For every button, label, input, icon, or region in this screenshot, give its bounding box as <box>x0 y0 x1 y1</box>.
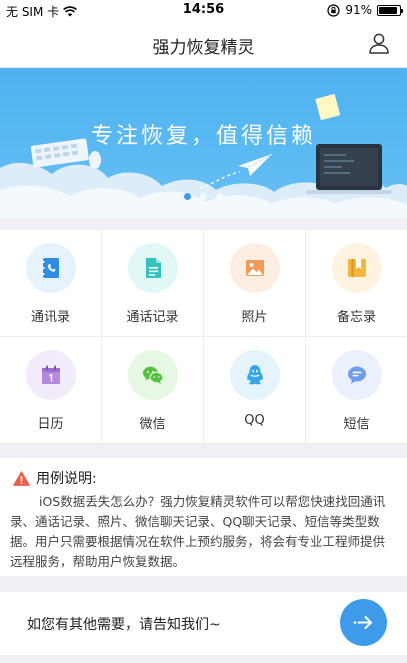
battery-icon <box>377 4 403 16</box>
grid-label: 照片 <box>241 310 268 325</box>
status-bar: 无 SIM 卡 14:56 91% <box>0 0 407 20</box>
contact-bar[interactable]: 如您有其他需要，请告知我们~ <box>0 592 407 655</box>
rotation-lock-icon <box>327 3 340 17</box>
grid-label: 微信 <box>139 417 166 432</box>
call-log-icon <box>146 258 161 278</box>
grid-label: QQ <box>244 413 265 428</box>
banner-slogan: 专注恢复，值得信赖 <box>90 124 316 149</box>
contact-text: 如您有其他需要，请告知我们~ <box>27 617 221 633</box>
grid-label: 备忘录 <box>336 310 376 325</box>
battery-fill <box>379 6 398 14</box>
grid-icon-bg <box>230 350 280 400</box>
instructions-title: 用例说明: <box>36 471 97 487</box>
grid-item-contacts[interactable]: 通讯录 <box>0 230 102 337</box>
grid-item-call-log[interactable]: 通话记录 <box>102 230 204 337</box>
carousel-dots <box>0 193 407 200</box>
grid-item-sms[interactable]: 短信 <box>306 337 407 444</box>
carousel-dot-2[interactable] <box>200 193 207 200</box>
grid-item-qq[interactable]: QQ <box>204 337 306 444</box>
grid-label: 通讯录 <box>30 310 70 325</box>
memo-icon <box>348 259 366 277</box>
grid-label: 日历 <box>37 417 64 432</box>
sms-icon <box>348 366 366 384</box>
carousel-dot-1[interactable] <box>184 193 191 200</box>
status-right: 91% <box>327 3 403 17</box>
grid-item-memo[interactable]: 备忘录 <box>306 230 407 337</box>
page-title: 强力恢复精灵 <box>152 38 255 58</box>
grid-label: 通话记录 <box>126 310 179 325</box>
instructions-body: iOS数据丢失怎么办？强力恢复精灵软件可以帮您快速找回通讯录、通话记录、照片、微… <box>10 494 386 569</box>
warning-icon <box>13 470 30 486</box>
recovery-grid: 通讯录 通话记录 照片 备忘录 日历 微信 QQ 短信 <box>0 230 407 444</box>
calendar-icon <box>42 365 60 384</box>
grid-icon-bg <box>230 243 280 293</box>
photo-icon <box>246 260 264 276</box>
battery-percent: 91% <box>345 3 372 17</box>
instructions-header: 用例说明: <box>13 468 97 488</box>
contacts-book-icon <box>41 258 59 278</box>
grid-icon-bg <box>128 243 178 293</box>
instructions-card: 用例说明: iOS数据丢失怎么办？强力恢复精灵软件可以帮您快速找回通讯录、通话记… <box>0 458 407 576</box>
grid-icon-bg <box>26 350 76 400</box>
user-icon[interactable] <box>367 31 391 55</box>
qq-icon <box>247 365 263 385</box>
grid-icon-bg <box>332 243 382 293</box>
nav-bar: 强力恢复精灵 <box>0 20 407 68</box>
grid-icon-bg <box>332 350 382 400</box>
grid-icon-bg <box>26 243 76 293</box>
contact-arrow-button[interactable] <box>340 599 387 646</box>
grid-item-photos[interactable]: 照片 <box>204 230 306 337</box>
grid-icon-bg <box>128 350 178 400</box>
grid-label: 短信 <box>343 417 370 432</box>
arrow-right-icon <box>353 616 372 629</box>
carousel-dot-3[interactable] <box>216 193 223 200</box>
grid-item-wechat[interactable]: 微信 <box>102 337 204 444</box>
grid-item-calendar[interactable]: 日历 <box>0 337 102 444</box>
wechat-icon <box>143 366 164 384</box>
